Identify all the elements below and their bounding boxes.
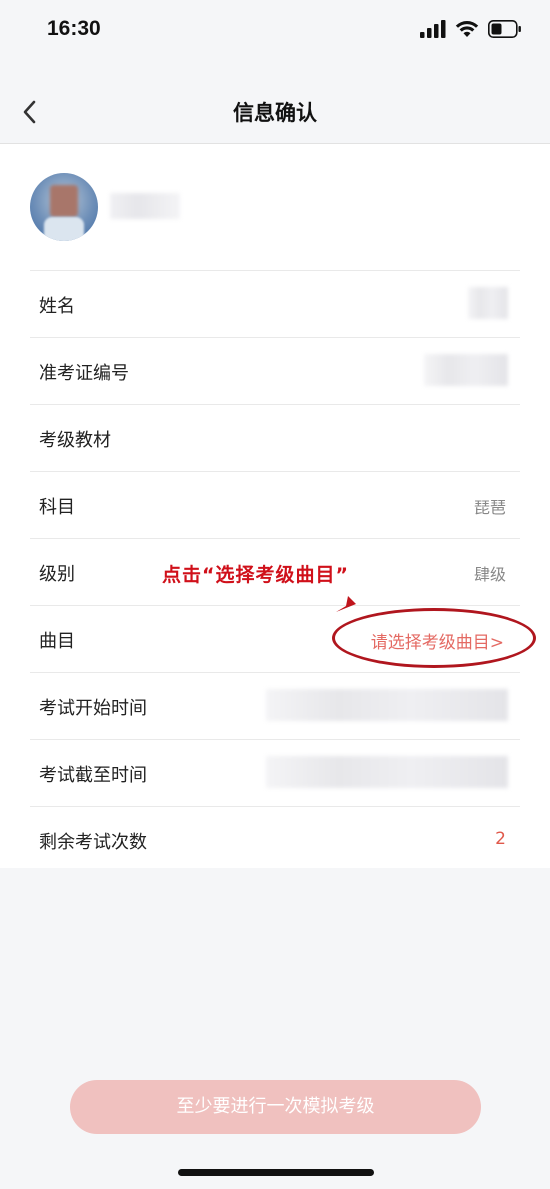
- piece-label: 曲目: [39, 631, 75, 652]
- profile: [30, 173, 520, 243]
- select-piece-link[interactable]: 请选择考级曲目>: [371, 628, 504, 653]
- remaining-label: 剩余考试次数: [39, 832, 147, 853]
- subject-value: 琵琶: [473, 498, 506, 517]
- level-label: 级别: [39, 564, 75, 585]
- nav-bar: 信息确认: [0, 80, 550, 144]
- subject-label: 科目: [39, 497, 75, 518]
- wifi-icon: [455, 21, 479, 37]
- profile-name-blurred: [110, 193, 180, 219]
- name-label: 姓名: [39, 296, 75, 317]
- end-time-value-blurred: [266, 756, 508, 788]
- annotation-arrow-icon: [336, 596, 356, 612]
- avatar: [30, 173, 98, 241]
- end-time-label: 考试截至时间: [39, 765, 147, 786]
- mock-exam-button[interactable]: 至少要进行一次模拟考级: [70, 1080, 481, 1134]
- home-indicator: [178, 1169, 374, 1176]
- battery-icon: [488, 20, 521, 38]
- status-icons: [420, 20, 522, 38]
- level-value: 肆级: [473, 565, 506, 584]
- name-value-blurred: [468, 287, 508, 319]
- start-time-value-blurred: [266, 689, 508, 721]
- signal-icon: [420, 20, 446, 38]
- annotation-text: 点击“选择考级曲目”: [162, 564, 349, 586]
- row-piece[interactable]: 曲目 请选择考级曲目>: [30, 605, 520, 672]
- row-end-time: 考试截至时间: [30, 739, 520, 806]
- row-ticket: 准考证编号: [30, 337, 520, 404]
- row-remaining: 剩余考试次数 2: [30, 806, 520, 873]
- row-textbook: 考级教材: [30, 404, 520, 471]
- ticket-value-blurred: [424, 354, 508, 386]
- textbook-label: 考级教材: [39, 430, 111, 451]
- row-name: 姓名: [30, 270, 520, 337]
- ticket-label: 准考证编号: [39, 363, 129, 384]
- info-card: 姓名 准考证编号 考级教材 科目 琵琶 级别 肆级 曲目 请选择考级曲目> 考试…: [0, 144, 550, 868]
- remaining-value: 2: [495, 829, 506, 849]
- page-title: 信息确认: [233, 101, 317, 125]
- start-time-label: 考试开始时间: [39, 698, 147, 719]
- status-bar: 16:30: [0, 0, 550, 62]
- status-time: 16:30: [47, 17, 101, 40]
- row-subject: 科目 琵琶: [30, 471, 520, 538]
- row-start-time: 考试开始时间: [30, 672, 520, 739]
